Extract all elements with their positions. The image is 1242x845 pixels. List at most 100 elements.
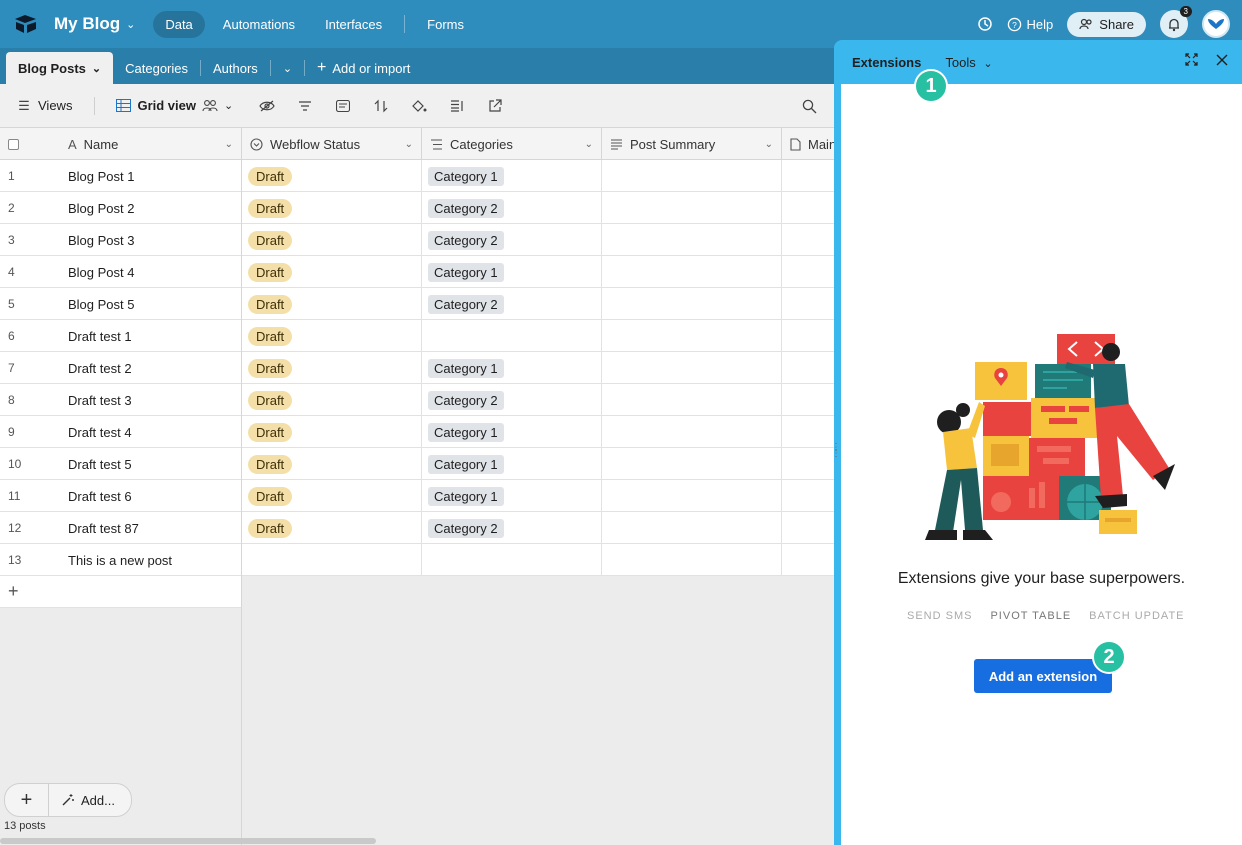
nav-interfaces[interactable]: Interfaces (313, 11, 394, 38)
cell-categories[interactable]: Category 2 (422, 224, 602, 256)
cell-webflow-status[interactable]: Draft (242, 192, 422, 224)
search-icon[interactable] (801, 98, 817, 114)
cell-webflow-status[interactable]: Draft (242, 416, 422, 448)
expand-icon[interactable] (1185, 53, 1198, 69)
hide-fields-icon[interactable] (259, 98, 275, 114)
cell-name[interactable]: Blog Post 4 (60, 256, 242, 288)
group-icon[interactable] (335, 98, 351, 114)
cell-main[interactable] (782, 448, 836, 480)
cell-webflow-status[interactable]: Draft (242, 512, 422, 544)
cell-name[interactable]: Blog Post 3 (60, 224, 242, 256)
cell-main[interactable] (782, 224, 836, 256)
cell-categories[interactable] (422, 320, 602, 352)
column-header-name[interactable]: A Name ⌄ (60, 128, 242, 160)
filter-icon[interactable] (297, 98, 313, 114)
cell-categories[interactable]: Category 1 (422, 160, 602, 192)
table-row[interactable]: 9 Draft test 4 Draft Category 1 (0, 416, 836, 448)
cell-name[interactable]: Draft test 6 (60, 480, 242, 512)
share-button[interactable]: Share (1067, 11, 1146, 37)
table-row[interactable]: 10 Draft test 5 Draft Category 1 (0, 448, 836, 480)
cell-webflow-status[interactable]: Draft (242, 224, 422, 256)
cell-main[interactable] (782, 352, 836, 384)
table-row[interactable]: 12 Draft test 87 Draft Category 2 (0, 512, 836, 544)
cell-main[interactable] (782, 192, 836, 224)
cell-post-summary[interactable] (602, 256, 782, 288)
cell-main[interactable] (782, 384, 836, 416)
column-header-post-summary[interactable]: Post Summary ⌄ (602, 128, 782, 160)
cell-categories[interactable]: Category 2 (422, 384, 602, 416)
cell-post-summary[interactable] (602, 512, 782, 544)
view-switcher[interactable]: Grid view ⌄ (115, 98, 233, 114)
cell-post-summary[interactable] (602, 320, 782, 352)
panel-resize-handle[interactable]: ⋮ ⋮ (831, 443, 841, 459)
cell-webflow-status[interactable] (242, 544, 422, 576)
tab-authors[interactable]: Authors (201, 52, 270, 84)
row-height-icon[interactable] (449, 98, 465, 114)
table-row[interactable]: 11 Draft test 6 Draft Category 1 (0, 480, 836, 512)
cell-main[interactable] (782, 480, 836, 512)
cell-webflow-status[interactable]: Draft (242, 256, 422, 288)
help-button[interactable]: ? Help (1007, 17, 1053, 32)
cell-categories[interactable]: Category 2 (422, 512, 602, 544)
cell-main[interactable] (782, 416, 836, 448)
select-all-checkbox[interactable] (0, 128, 60, 160)
cell-post-summary[interactable] (602, 352, 782, 384)
cell-webflow-status[interactable]: Draft (242, 384, 422, 416)
table-row[interactable]: 7 Draft test 2 Draft Category 1 (0, 352, 836, 384)
cell-categories[interactable]: Category 1 (422, 352, 602, 384)
cell-categories[interactable]: Category 1 (422, 416, 602, 448)
avatar[interactable] (1202, 10, 1230, 38)
cell-name[interactable]: Blog Post 5 (60, 288, 242, 320)
table-row[interactable]: 8 Draft test 3 Draft Category 2 (0, 384, 836, 416)
sort-icon[interactable] (373, 98, 389, 114)
cell-categories[interactable]: Category 2 (422, 288, 602, 320)
tab-extensions[interactable]: Extensions (852, 55, 921, 70)
cell-name[interactable]: Blog Post 2 (60, 192, 242, 224)
color-icon[interactable] (411, 98, 427, 114)
tab-tools[interactable]: Tools ⌄ (945, 55, 992, 70)
table-row[interactable]: 4 Blog Post 4 Draft Category 1 (0, 256, 836, 288)
cell-main[interactable] (782, 160, 836, 192)
horizontal-scrollbar[interactable] (0, 838, 376, 844)
cell-categories[interactable]: Category 2 (422, 192, 602, 224)
nav-automations[interactable]: Automations (211, 11, 307, 38)
cell-categories[interactable]: Category 1 (422, 256, 602, 288)
history-icon[interactable] (977, 16, 993, 32)
tab-blog-posts[interactable]: Blog Posts ⌄ (6, 52, 114, 84)
cell-post-summary[interactable] (602, 160, 782, 192)
cell-name[interactable]: Draft test 1 (60, 320, 242, 352)
table-row[interactable]: 5 Blog Post 5 Draft Category 2 (0, 288, 836, 320)
close-icon[interactable] (1216, 54, 1228, 69)
cell-main[interactable] (782, 288, 836, 320)
add-menu-button[interactable]: Add... (49, 793, 131, 808)
airtable-logo-icon[interactable] (12, 10, 40, 38)
table-row[interactable]: 3 Blog Post 3 Draft Category 2 (0, 224, 836, 256)
base-name-menu[interactable]: My Blog ⌄ (54, 14, 135, 34)
cell-post-summary[interactable] (602, 384, 782, 416)
cell-webflow-status[interactable]: Draft (242, 160, 422, 192)
tab-categories[interactable]: Categories (113, 52, 200, 84)
add-or-import-button[interactable]: + Add or import (305, 52, 422, 84)
cell-name[interactable]: Draft test 3 (60, 384, 242, 416)
cell-post-summary[interactable] (602, 480, 782, 512)
add-extension-button[interactable]: Add an extension (974, 659, 1112, 693)
cell-post-summary[interactable] (602, 192, 782, 224)
cell-categories[interactable]: Category 1 (422, 448, 602, 480)
cell-webflow-status[interactable]: Draft (242, 480, 422, 512)
cell-main[interactable] (782, 544, 836, 576)
more-tables-button[interactable]: ⌄ (271, 52, 304, 84)
cell-name[interactable]: Draft test 2 (60, 352, 242, 384)
add-record-button[interactable]: + (5, 784, 49, 816)
share-view-icon[interactable] (487, 98, 503, 114)
cell-post-summary[interactable] (602, 288, 782, 320)
table-row[interactable]: 6 Draft test 1 Draft (0, 320, 836, 352)
cell-name[interactable]: Blog Post 1 (60, 160, 242, 192)
cell-main[interactable] (782, 256, 836, 288)
views-button[interactable]: ☰ Views (16, 98, 72, 114)
cell-main[interactable] (782, 512, 836, 544)
cell-categories[interactable]: Category 1 (422, 480, 602, 512)
column-header-categories[interactable]: Categories ⌄ (422, 128, 602, 160)
add-row-button[interactable]: + (0, 576, 242, 608)
cell-categories[interactable] (422, 544, 602, 576)
cell-name[interactable]: Draft test 5 (60, 448, 242, 480)
